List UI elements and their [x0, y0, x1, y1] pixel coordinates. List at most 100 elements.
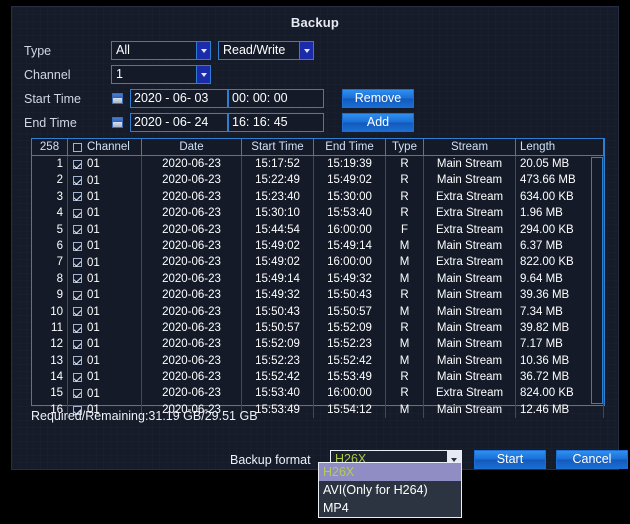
row-select-cell[interactable]: 01 — [68, 254, 142, 271]
row-checkbox[interactable] — [73, 339, 82, 349]
dropdown-option[interactable]: AVI(Only for H264) — [319, 481, 461, 499]
row-checkbox[interactable] — [73, 356, 82, 366]
row-index: 14 — [32, 369, 68, 386]
row-select-cell[interactable]: 01 — [68, 237, 142, 255]
row-channel: 01 — [87, 207, 100, 220]
table-row[interactable]: 7 01 2020-06-23 15:49:02 16:00:00 M Extra Stre… — [32, 254, 604, 271]
calendar-icon[interactable] — [112, 117, 123, 128]
row-select-cell[interactable]: 01 — [68, 336, 142, 353]
row-end-time: 15:49:02 — [314, 172, 386, 189]
row-date: 2020-06-23 — [142, 369, 242, 386]
backup-format-dropdown[interactable]: H26X AVI(Only for H264) MP4 — [318, 462, 462, 518]
row-date: 2020-06-23 — [142, 254, 242, 271]
row-channel: 01 — [87, 387, 100, 400]
header-length[interactable]: Length — [516, 139, 604, 155]
table-row[interactable]: 8 01 2020-06-23 15:49:14 15:49:32 M Main Strea… — [32, 270, 604, 288]
table-body: 1 01 2020-06-23 15:17:52 15:19:39 R Main Strea… — [32, 156, 604, 419]
start-date-input[interactable]: 2020 - 06- 03 — [130, 89, 228, 108]
row-type: M — [386, 237, 424, 255]
table-row[interactable]: 15 01 2020-06-23 15:53:40 16:00:00 R Extra Str… — [32, 385, 604, 402]
chevron-down-icon[interactable] — [196, 42, 210, 59]
row-checkbox[interactable] — [73, 176, 82, 186]
row-select-cell[interactable]: 01 — [68, 156, 142, 173]
table-row[interactable]: 13 01 2020-06-23 15:52:23 15:52:42 M Main Stre… — [32, 352, 604, 370]
chevron-down-icon[interactable] — [196, 66, 210, 83]
row-end-time: 16:00:00 — [314, 385, 386, 402]
select-all-checkbox[interactable] — [73, 142, 82, 152]
row-select-cell[interactable]: 01 — [68, 352, 142, 370]
table-row[interactable]: 4 01 2020-06-23 15:30:10 15:53:40 R Extra Stre… — [32, 205, 604, 222]
end-date-input[interactable]: 2020 - 06- 24 — [130, 113, 228, 132]
row-select-cell[interactable]: 01 — [68, 303, 142, 320]
row-select-cell[interactable]: 01 — [68, 369, 142, 386]
calendar-icon[interactable] — [112, 93, 123, 104]
chevron-down-icon[interactable] — [299, 42, 313, 59]
row-checkbox[interactable] — [73, 274, 82, 284]
row-start-time: 15:30:10 — [242, 205, 314, 222]
table-row[interactable]: 5 01 2020-06-23 15:44:54 16:00:00 F Extra Stre… — [32, 221, 604, 238]
start-clock-input[interactable]: 00: 00: 00 — [228, 89, 324, 108]
row-date: 2020-06-23 — [142, 172, 242, 189]
table-row[interactable]: 3 01 2020-06-23 15:23:40 15:30:00 R Extra Stre… — [32, 188, 604, 206]
row-start-time: 15:17:52 — [242, 156, 314, 173]
header-stream[interactable]: Stream — [424, 139, 516, 155]
dropdown-option[interactable]: H26X — [319, 463, 461, 481]
table-row[interactable]: 11 01 2020-06-23 15:50:57 15:52:09 R Main Stre… — [32, 319, 604, 337]
dropdown-option[interactable]: MP4 — [319, 499, 461, 517]
row-select-cell[interactable]: 01 — [68, 287, 142, 304]
row-checkbox[interactable] — [73, 241, 82, 251]
row-channel: 01 — [87, 256, 100, 269]
row-select-cell[interactable]: 01 — [68, 221, 142, 238]
channel-select[interactable]: 1 — [111, 65, 211, 84]
table-row[interactable]: 9 01 2020-06-23 15:49:32 15:50:43 R Main Strea… — [32, 287, 604, 304]
table-row[interactable]: 6 01 2020-06-23 15:49:02 15:49:14 M Main Strea… — [32, 237, 604, 255]
row-select-cell[interactable]: 01 — [68, 205, 142, 222]
row-select-cell[interactable]: 01 — [68, 270, 142, 288]
row-index: 2 — [32, 172, 68, 189]
row-start-time: 15:52:23 — [242, 352, 314, 370]
row-checkbox[interactable] — [73, 323, 82, 333]
table-row[interactable]: 12 01 2020-06-23 15:52:09 15:52:23 M Main Stre… — [32, 336, 604, 353]
row-checkbox[interactable] — [73, 225, 82, 235]
add-button[interactable]: Add — [342, 113, 414, 132]
row-select-cell[interactable]: 01 — [68, 319, 142, 337]
header-start-time[interactable]: Start Time — [242, 139, 314, 155]
table-row[interactable]: 10 01 2020-06-23 15:50:43 15:50:57 M Main Stre… — [32, 303, 604, 320]
row-type: R — [386, 319, 424, 337]
remove-button[interactable]: Remove — [342, 89, 414, 108]
row-select-cell[interactable]: 01 — [68, 188, 142, 206]
table-row[interactable]: 1 01 2020-06-23 15:17:52 15:19:39 R Main Strea… — [32, 156, 604, 173]
row-select-cell[interactable]: 01 — [68, 172, 142, 189]
header-date[interactable]: Date — [142, 139, 242, 155]
row-checkbox[interactable] — [73, 159, 82, 169]
cancel-button[interactable]: Cancel — [556, 450, 628, 469]
select-all-cell[interactable]: Channel — [68, 139, 142, 155]
row-checkbox[interactable] — [73, 389, 82, 399]
access-select[interactable]: Read/Write — [218, 41, 314, 60]
row-checkbox[interactable] — [73, 208, 82, 218]
row-channel: 01 — [87, 240, 100, 253]
header-type[interactable]: Type — [386, 139, 424, 155]
row-checkbox[interactable] — [73, 372, 82, 382]
table-row[interactable]: 2 01 2020-06-23 15:22:49 15:49:02 R Main Strea… — [32, 172, 604, 189]
type-select[interactable]: All — [111, 41, 211, 60]
header-end-time[interactable]: End Time — [314, 139, 386, 155]
row-end-time: 16:00:00 — [314, 221, 386, 238]
row-checkbox[interactable] — [73, 192, 82, 202]
end-clock-input[interactable]: 16: 16: 45 — [228, 113, 324, 132]
row-type: R — [386, 172, 424, 189]
row-channel: 01 — [87, 158, 100, 171]
start-button[interactable]: Start — [474, 450, 546, 469]
row-end-time: 15:52:09 — [314, 319, 386, 337]
table-scrollbar[interactable] — [591, 157, 603, 404]
row-index: 9 — [32, 287, 68, 304]
backup-dialog: Backup Type All Read/Write Channel 1 Sta… — [11, 6, 628, 470]
row-checkbox[interactable] — [73, 290, 82, 300]
table-row[interactable]: 14 01 2020-06-23 15:52:42 15:53:49 R Main Stre… — [32, 369, 604, 386]
row-select-cell[interactable]: 01 — [68, 385, 142, 402]
channel-select-value: 1 — [116, 67, 123, 81]
row-stream: Main Stream — [424, 319, 516, 337]
row-type: R — [386, 287, 424, 304]
row-checkbox[interactable] — [73, 307, 82, 317]
row-checkbox[interactable] — [73, 258, 82, 268]
